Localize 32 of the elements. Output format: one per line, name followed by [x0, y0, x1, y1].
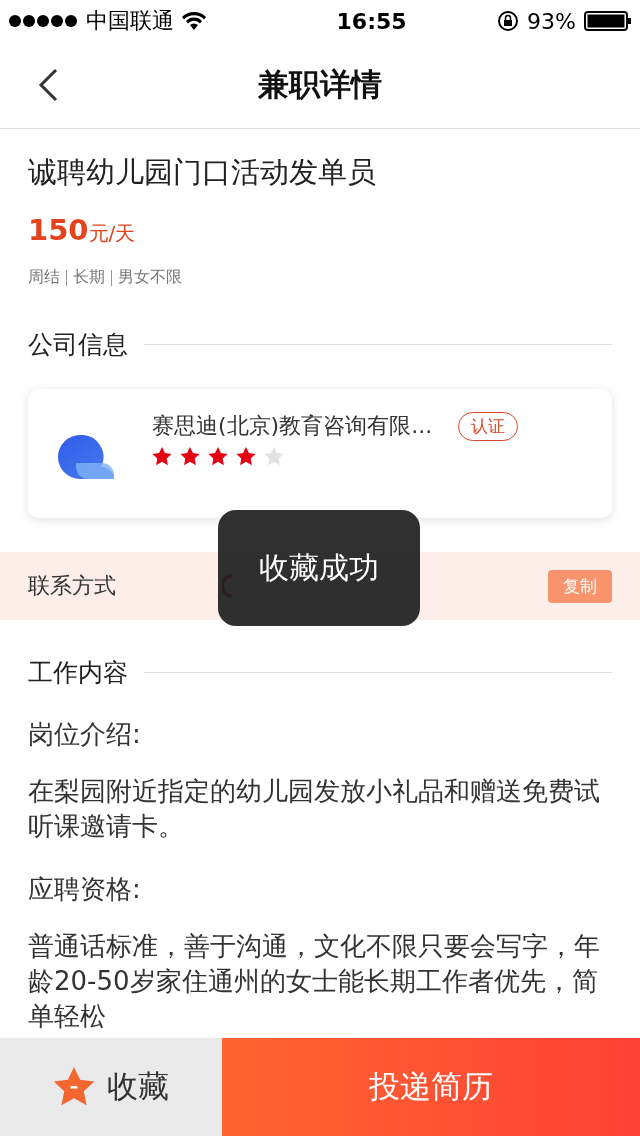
star-icon: [264, 447, 284, 466]
star-icon: [53, 1067, 95, 1107]
clock-time: 16:55: [336, 8, 407, 34]
content-label: 应聘资格:: [28, 873, 142, 906]
favorite-button[interactable]: 收藏: [0, 1038, 222, 1136]
content-text: 在梨园附近指定的幼儿园发放小礼品和赠送免费试听课邀请卡。: [28, 775, 601, 843]
salary-amount: 150: [28, 213, 89, 247]
section-heading: 公司信息: [28, 329, 128, 361]
star-icon: [236, 447, 256, 466]
signal-icon: [8, 14, 78, 28]
rotation-lock-icon: [497, 10, 520, 32]
star-icon: [152, 447, 172, 466]
company-name: 赛思迪(北京)教育咨询有限...: [152, 412, 433, 440]
toast-message: 收藏成功: [218, 510, 420, 626]
content-label: 岗位介绍:: [28, 718, 142, 751]
star-icon: [208, 447, 228, 466]
wifi-icon: [182, 12, 206, 30]
salary-unit: 元/天: [88, 220, 136, 247]
carrier-name: 中国联通: [86, 7, 174, 35]
job-tag: 长期: [73, 267, 105, 288]
section-heading: 工作内容: [28, 657, 128, 689]
star-icon: [180, 447, 200, 466]
job-tag: 周结: [28, 267, 60, 288]
back-icon[interactable]: [38, 68, 58, 102]
content-text: 普通话标准，善于沟通，文化不限只要会写字，年龄20-50岁家住通州的女士能长期工作者优先，简单轻松: [28, 930, 601, 1033]
job-tag: 男女不限: [118, 267, 182, 288]
contact-label: 联系方式: [28, 572, 116, 600]
page-title: 兼职详情: [258, 65, 382, 104]
battery-percent: 93%: [527, 8, 576, 34]
company-card[interactable]: 赛思迪(北京)教育咨询有限... 认证: [28, 389, 612, 518]
battery-icon: [584, 11, 632, 31]
job-title: 诚聘幼儿园门口活动发单员: [28, 154, 377, 191]
